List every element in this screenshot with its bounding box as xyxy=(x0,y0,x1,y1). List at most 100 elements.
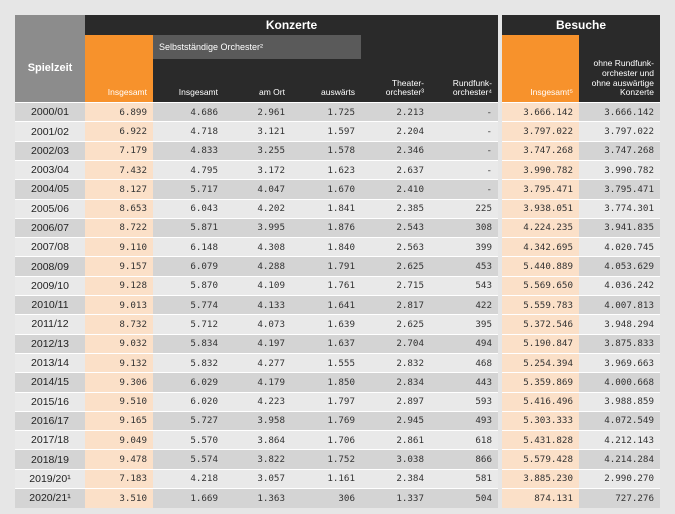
concert-statistics-table: Konzerte Besuche Selbstständige Orcheste… xyxy=(15,15,660,508)
table-cell: 3.822 xyxy=(224,449,291,470)
table-cell: 4.020.745 xyxy=(579,237,660,257)
table-row: 2003/04 7.432 4.795 3.172 1.623 2.637-3.990.7… xyxy=(15,159,660,180)
table-cell: 494 xyxy=(430,333,500,354)
table-cell: 874.131 xyxy=(498,487,579,508)
table-row: 2012/13 9.032 5.834 4.197 1.637 2.704 494 5.190… xyxy=(15,333,660,354)
table-cell: - xyxy=(430,121,500,142)
table-cell: 3.958 xyxy=(224,410,291,431)
table-row: 2006/07 8.722 5.871 3.995 1.876 2.543 308 4.224… xyxy=(15,217,660,238)
table-cell: 5.359.869 xyxy=(498,372,579,393)
table-cell: 1.797 xyxy=(291,391,361,412)
table-cell: 5.574 xyxy=(153,449,224,470)
table-cell: 593 xyxy=(430,391,500,412)
table-cell: 4.218 xyxy=(153,468,224,489)
table-cell: 2.346 xyxy=(361,140,430,161)
table-cell: 4.007.813 xyxy=(579,295,660,315)
header-orange-top xyxy=(85,35,153,59)
table-row: 2018/19 9.478 5.574 3.822 1.752 3.038 866 5.579… xyxy=(15,449,660,470)
table-cell: 225 xyxy=(430,198,500,219)
table-cell: 3.666.142 xyxy=(498,102,579,122)
table-cell: 4.718 xyxy=(153,121,224,142)
table-cell: 5.717 xyxy=(153,179,224,200)
cell-spielzeit: 2019/20¹ xyxy=(15,468,85,489)
table-cell: 468 xyxy=(430,352,500,373)
header-insgesamt-selbst: Insgesamt xyxy=(153,59,224,103)
table-cell: 1.623 xyxy=(291,159,361,180)
table-row: 2008/09 9.157 6.079 4.288 1.791 2.625 453 5.440… xyxy=(15,256,660,277)
cell-spielzeit: 2018/19 xyxy=(15,449,85,470)
cell-spielzeit: 2012/13 xyxy=(15,333,85,354)
table-cell: 6.922 xyxy=(85,121,153,142)
table-row: 2017/18 9.049 5.570 3.864 1.706 2.861 618 5.431… xyxy=(15,430,660,450)
table-cell: 1.555 xyxy=(291,352,361,373)
table-row: 2001/02 6.922 4.718 3.121 1.597 2.204-3.797.0… xyxy=(15,121,660,142)
cell-spielzeit: 2010/11 xyxy=(15,295,85,315)
table-cell: 3.864 xyxy=(224,430,291,450)
table-cell: 1.725 xyxy=(291,102,361,122)
table-cell: 3.255 xyxy=(224,140,291,161)
cell-spielzeit: 2004/05 xyxy=(15,179,85,200)
table-cell: 2.625 xyxy=(361,314,430,335)
table-cell: 2.410 xyxy=(361,179,430,200)
table-cell: 1.669 xyxy=(153,487,224,508)
cell-spielzeit: 2014/15 xyxy=(15,372,85,393)
table-cell: 4.179 xyxy=(224,372,291,393)
table-cell: 1.161 xyxy=(291,468,361,489)
table-cell: 5.871 xyxy=(153,217,224,238)
header-insgesamt: Insgesamt xyxy=(85,59,153,103)
table-cell: 9.049 xyxy=(85,430,153,450)
table-cell: 2.704 xyxy=(361,333,430,354)
table-row: 2014/15 9.306 6.029 4.179 1.850 2.834 443 5.359… xyxy=(15,372,660,393)
cell-spielzeit: 2002/03 xyxy=(15,140,85,161)
table-cell: 3.747.268 xyxy=(498,140,579,161)
table-cell: 4.202 xyxy=(224,198,291,219)
table-cell: 7.179 xyxy=(85,140,153,161)
header-auswaerts: auswärts xyxy=(291,59,361,103)
table-cell: 6.148 xyxy=(153,237,224,257)
table-cell: 3.797.022 xyxy=(498,121,579,142)
table-cell: 1.337 xyxy=(361,487,430,508)
table-cell: 2.817 xyxy=(361,295,430,315)
table-cell: 2.832 xyxy=(361,352,430,373)
table-cell: 6.043 xyxy=(153,198,224,219)
table-cell: 5.254.394 xyxy=(498,352,579,373)
table-cell: 3.747.268 xyxy=(579,140,660,161)
table-cell: 2.945 xyxy=(361,410,430,431)
table-cell: 3.666.142 xyxy=(579,102,660,122)
header-selbststaendige-orchester: Selbstständige Orchester² xyxy=(153,35,361,59)
table-cell: 4.053.629 xyxy=(579,256,660,277)
table-cell: - xyxy=(430,159,500,180)
table-cell: 4.197 xyxy=(224,333,291,354)
table-cell: 5.569.650 xyxy=(498,275,579,296)
table-row: 2000/01 6.899 4.686 2.961 1.725 2.213-3.666.1… xyxy=(15,102,660,122)
table-cell: 5.570 xyxy=(153,430,224,450)
table-cell: 5.870 xyxy=(153,275,224,296)
table-cell: 3.988.859 xyxy=(579,391,660,412)
table-cell: 3.795.471 xyxy=(579,179,660,200)
table-cell: 504 xyxy=(430,487,500,508)
table-cell: 3.948.294 xyxy=(579,314,660,335)
table-cell: 5.372.546 xyxy=(498,314,579,335)
table-cell: 8.127 xyxy=(85,179,153,200)
table-cell: 9.165 xyxy=(85,410,153,431)
table-row: 2019/20¹ 7.183 4.218 3.057 1.161 2.384 581 3.88… xyxy=(15,468,660,489)
table-cell: 2.715 xyxy=(361,275,430,296)
table-cell: 581 xyxy=(430,468,500,489)
table-row: 2016/17 9.165 5.727 3.958 1.769 2.945 493 5.303… xyxy=(15,410,660,431)
table-row: 2020/21¹ 3.510 1.669 1.363 306 1.337 504 874.13… xyxy=(15,487,660,508)
table-cell: 3.969.663 xyxy=(579,352,660,373)
table-cell: 1.363 xyxy=(224,487,291,508)
table-cell: 4.224.235 xyxy=(498,217,579,238)
table-cell: 3.510 xyxy=(85,487,153,508)
table-cell: 1.706 xyxy=(291,430,361,450)
table-cell: 8.722 xyxy=(85,217,153,238)
table-cell: 2.543 xyxy=(361,217,430,238)
table-cell: 4.036.242 xyxy=(579,275,660,296)
table-cell: 4.000.668 xyxy=(579,372,660,393)
table-row: 2015/16 9.510 6.020 4.223 1.797 2.897 593 5.416… xyxy=(15,391,660,412)
table-cell: 3.038 xyxy=(361,449,430,470)
table-cell: 4.072.549 xyxy=(579,410,660,431)
header-besuche: Besuche xyxy=(498,15,660,35)
table-cell: 2.861 xyxy=(361,430,430,450)
table-cell: 2.384 xyxy=(361,468,430,489)
